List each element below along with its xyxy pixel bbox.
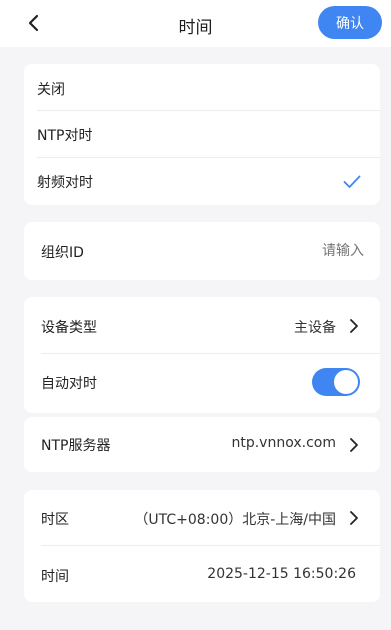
chevron-right-icon [350, 511, 358, 525]
auto-sync-toggle[interactable] [312, 368, 360, 396]
chevron-right-icon [350, 319, 358, 333]
option-rf-label: 射频对时 [37, 175, 93, 191]
timezone-row[interactable]: 时区 （UTC+08:00）北京-上海/中国 [24, 490, 380, 546]
time-card: 时区 （UTC+08:00）北京-上海/中国 时间 2025-12-15 16:… [24, 490, 380, 602]
device-type-row[interactable]: 设备类型 主设备 [24, 297, 380, 353]
ntp-card: NTP服务器 ntp.vnnox.com [24, 417, 380, 472]
auto-sync-row: 自动对时 [24, 354, 380, 413]
check-icon [343, 175, 361, 188]
org-id-label: 组织ID [41, 245, 84, 261]
timezone-label: 时区 [41, 512, 69, 528]
top-bar: 时间 确认 [0, 0, 391, 47]
org-id-input[interactable] [214, 240, 364, 262]
toggle-knob [334, 370, 358, 394]
confirm-button[interactable]: 确认 [318, 6, 382, 39]
auto-sync-label: 自动对时 [41, 376, 97, 392]
device-type-value: 主设备 [294, 320, 336, 336]
option-rf[interactable]: 射频对时 [24, 158, 380, 205]
option-off[interactable]: 关闭 [24, 64, 380, 111]
time-label: 时间 [41, 569, 69, 585]
org-id-card: 组织ID [24, 222, 380, 280]
timezone-value: （UTC+08:00）北京-上海/中国 [134, 512, 336, 528]
option-ntp-label: NTP对时 [37, 128, 93, 144]
sync-mode-card: 关闭 NTP对时 射频对时 [24, 64, 380, 205]
org-id-row: 组织ID [24, 222, 380, 280]
device-card: 设备类型 主设备 自动对时 [24, 297, 380, 413]
ntp-server-row[interactable]: NTP服务器 ntp.vnnox.com [24, 417, 380, 472]
chevron-right-icon [350, 438, 358, 452]
ntp-server-label: NTP服务器 [41, 438, 111, 454]
option-off-label: 关闭 [37, 82, 65, 98]
ntp-server-value: ntp.vnnox.com [231, 435, 336, 451]
device-type-label: 设备类型 [41, 320, 97, 336]
time-row: 时间 2025-12-15 16:50:26 [24, 546, 380, 602]
option-ntp[interactable]: NTP对时 [24, 111, 380, 158]
time-value: 2025-12-15 16:50:26 [207, 566, 356, 582]
